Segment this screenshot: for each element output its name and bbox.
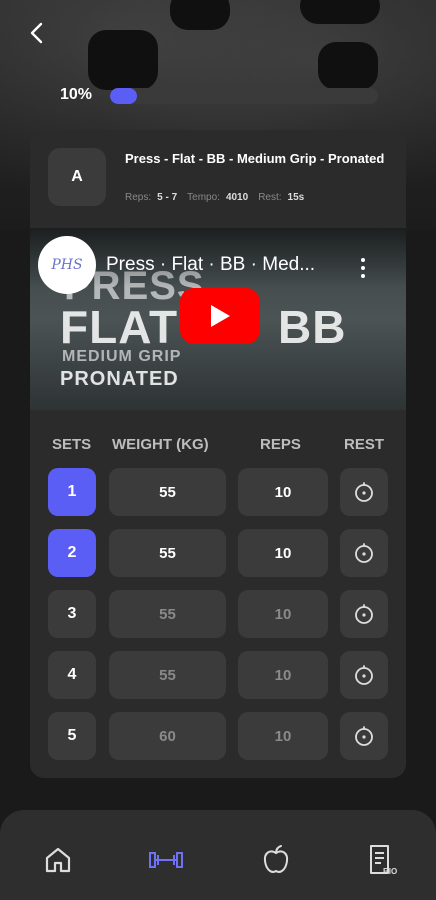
rest-value: 15s	[287, 192, 305, 203]
rest-timer-button[interactable]	[340, 468, 388, 516]
play-icon	[211, 305, 230, 327]
set-number-button[interactable]: 1	[48, 468, 96, 516]
weight-input[interactable]: 60	[109, 712, 226, 760]
video-overlay-text: MEDIUM GRIP	[62, 348, 182, 365]
more-options-icon[interactable]	[356, 256, 370, 280]
timer-icon	[355, 726, 373, 746]
exercise-badge: A	[48, 148, 106, 206]
reps-label: Reps:	[125, 192, 152, 203]
channel-logo[interactable]: PHS	[38, 236, 96, 294]
bio-label: BIO	[383, 867, 397, 876]
set-number-button[interactable]: 2	[48, 529, 96, 577]
nav-nutrition[interactable]	[256, 840, 296, 880]
weight-input[interactable]: 55	[109, 651, 226, 699]
dumbbell-photo-shape	[88, 30, 158, 90]
bottom-navigation: BIO	[0, 810, 436, 900]
timer-icon	[355, 604, 373, 624]
reps-input[interactable]: 10	[238, 468, 328, 516]
channel-logo-text: PHS	[51, 257, 83, 273]
weight-input[interactable]: 55	[109, 529, 226, 577]
exercise-title: Press - Flat - BB - Medium Grip - Pronat…	[125, 151, 385, 166]
set-number-button[interactable]: 5	[48, 712, 96, 760]
nav-home[interactable]	[38, 840, 78, 880]
header-reps: REPS	[260, 436, 301, 453]
timer-icon	[355, 665, 373, 685]
dumbbell-photo-shape	[318, 42, 378, 90]
tempo-label: Tempo:	[187, 192, 220, 203]
dumbbell-icon	[149, 852, 183, 868]
progress-bar	[110, 88, 378, 104]
video-overlay-text: BB	[278, 301, 347, 353]
set-number-button[interactable]: 4	[48, 651, 96, 699]
play-button[interactable]	[180, 288, 260, 344]
tempo-value: 4010	[225, 192, 249, 203]
set-row: 5 60 10	[30, 712, 406, 762]
apple-icon	[263, 845, 289, 873]
set-row: 1 55 10	[30, 468, 406, 518]
set-row: 4 55 10	[30, 651, 406, 701]
set-row: 3 55 10	[30, 590, 406, 640]
header-sets: SETS	[52, 436, 92, 453]
video-overlay-text: PRONATED	[60, 368, 179, 390]
back-button[interactable]	[22, 18, 52, 48]
set-row: 2 55 10	[30, 529, 406, 579]
bio-document-icon: BIO	[370, 845, 397, 876]
reps-value: 5 - 7	[157, 192, 178, 203]
rest-timer-button[interactable]	[340, 529, 388, 577]
weight-input[interactable]: 55	[109, 468, 226, 516]
progress-percent: 10%	[60, 86, 93, 103]
header-weight: WEIGHT (KG)	[112, 436, 209, 453]
rest-timer-button[interactable]	[340, 651, 388, 699]
video-title[interactable]: Press · Flat · BB · Med...	[106, 254, 315, 276]
reps-input[interactable]: 10	[238, 651, 328, 699]
reps-input[interactable]: 10	[238, 529, 328, 577]
rest-timer-button[interactable]	[340, 712, 388, 760]
video-player[interactable]: PRESS FLAT BB MEDIUM GRIP PRONATED PHS P…	[30, 228, 406, 410]
exercise-meta: Reps: 5 - 7 Tempo: 4010 Rest: 15s	[125, 192, 308, 203]
reps-input[interactable]: 10	[238, 590, 328, 638]
dumbbell-photo-shape	[300, 0, 380, 24]
rest-timer-button[interactable]	[340, 590, 388, 638]
exercise-card: A Press - Flat - BB - Medium Grip - Pron…	[30, 130, 406, 778]
set-number-button[interactable]: 3	[48, 590, 96, 638]
home-icon	[45, 847, 71, 873]
timer-icon	[355, 543, 373, 563]
timer-icon	[355, 482, 373, 502]
rest-label: Rest:	[258, 192, 282, 203]
nav-workout[interactable]	[146, 840, 186, 880]
reps-input[interactable]: 10	[238, 712, 328, 760]
progress-bar-fill	[110, 88, 137, 104]
video-overlay-text: FLAT	[60, 301, 179, 353]
header-rest: REST	[344, 436, 385, 453]
weight-input[interactable]: 55	[109, 590, 226, 638]
nav-bio[interactable]: BIO	[364, 840, 404, 880]
chevron-left-icon	[30, 22, 43, 44]
dumbbell-photo-shape	[170, 0, 230, 30]
